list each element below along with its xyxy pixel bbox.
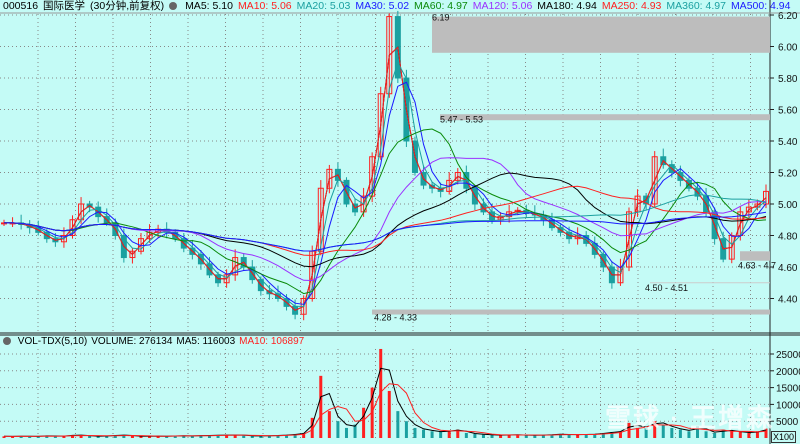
volume-bar [422,429,426,438]
volume-bar [88,435,92,438]
volume-bar [584,434,588,438]
volume-ma10: MA10: 106897 [239,336,305,347]
volume-bar [413,427,417,438]
price-tick-label: 4.60 [778,263,798,274]
price-tick-label: 5.00 [778,200,798,211]
price-annotation: 5.47 - 5.53 [440,115,483,125]
price-tick-label: 6.20 [778,11,798,22]
volume-bar [362,407,366,438]
volume-bar [387,390,391,438]
kline-chart[interactable]: 6.20 6.00 5.80 5.60 5.40 5.20 5.00 4.80 4.60 4.40… [0,0,800,444]
price-tick-label: 6.00 [778,43,798,54]
volume-bar [396,411,400,438]
price-zone [440,114,770,121]
volume-bar [327,411,331,438]
volume-tick-label: 15000 [776,384,800,395]
volume-bar [490,434,494,438]
price-annotation: 4.28 - 4.33 [374,312,417,322]
price-tick-label: 5.80 [778,74,798,85]
volume-bar [430,431,434,438]
price-zone [372,309,770,315]
volume-bar [464,432,468,438]
volume-tick-label: 5000 [776,417,799,428]
ma-line [4,128,767,295]
volume-header: VOL-TDX(5,10) VOLUME: 276134 MA5: 116003 MA… [0,336,308,348]
volume-tick-label: 20000 [776,367,800,378]
volume-bar [439,431,443,438]
price-tick-label: 5.20 [778,169,798,180]
price-tick-label: 5.60 [778,106,798,117]
price-annotation: 4.50 - 4.51 [645,283,688,293]
volume-bar [567,434,571,438]
volume-tick-label: 25000 [776,350,800,361]
volume-ma5: MA5: 116003 [176,336,236,347]
volume-bar [499,435,503,438]
volume-bar [130,435,134,438]
price-annotation: 4.63 - 4.7 [738,260,776,270]
volume-bar [404,421,408,438]
volume-bar [242,435,246,438]
volume-bar [344,427,348,438]
price-zone [432,16,770,53]
price-tick-label: 4.80 [778,232,798,243]
price-tick-label: 5.40 [778,137,798,148]
watermark: 雪球 · 王增森 [605,403,775,433]
volume-value: VOLUME: 276134 [91,336,173,347]
volume-bar [336,421,340,438]
volume-bar [481,434,485,438]
price-tick-label: 4.40 [778,295,798,306]
settings-dot-icon[interactable] [3,337,11,345]
volume-tick-label: 10000 [776,400,800,411]
volume-unit-label: X100 [771,431,797,443]
volume-bar [319,375,323,438]
volume-bar [473,433,477,438]
volume-bar [533,435,537,438]
volume-title: VOL-TDX(5,10) [17,336,88,347]
price-annotation: 6.19 [432,13,450,23]
